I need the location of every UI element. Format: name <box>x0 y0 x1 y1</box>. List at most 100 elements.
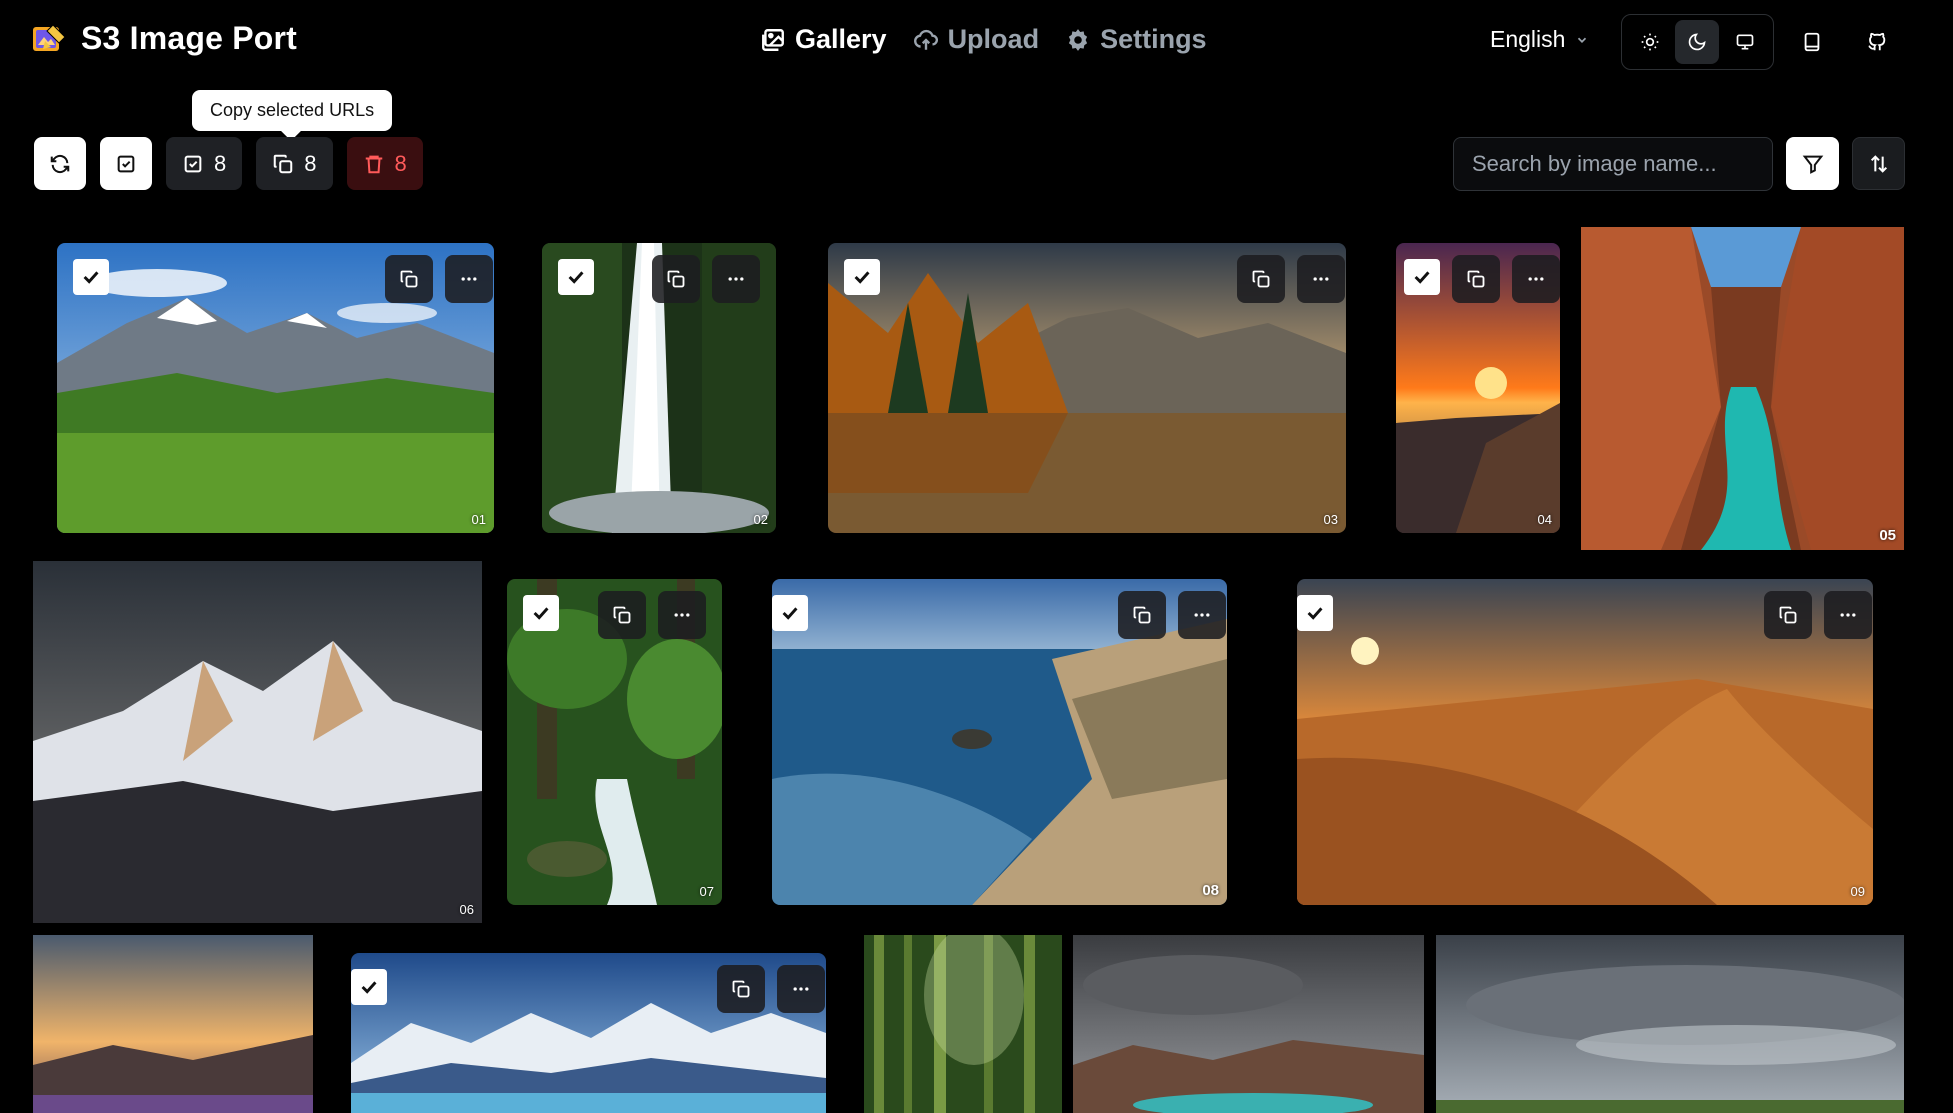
filter-icon <box>1802 155 1823 174</box>
nav-gallery[interactable]: Gallery <box>760 24 887 55</box>
check-icon <box>533 607 549 620</box>
copy-url-button[interactable] <box>1452 255 1500 303</box>
image-card[interactable]: 02 <box>542 243 776 533</box>
more-options-button[interactable] <box>445 255 493 303</box>
image-number: 03 <box>1323 512 1338 527</box>
image-card[interactable]: 07 <box>507 579 722 905</box>
nav-gallery-label: Gallery <box>795 24 887 54</box>
more-dots-icon <box>674 613 690 617</box>
more-options-button[interactable] <box>1178 591 1226 639</box>
image-card[interactable]: 09 <box>1297 579 1873 905</box>
github-button[interactable] <box>1859 24 1895 60</box>
more-options-button[interactable] <box>777 965 825 1013</box>
more-dots-icon <box>793 987 809 991</box>
sort-arrows-icon <box>1870 154 1887 173</box>
more-dots-icon <box>728 277 744 281</box>
more-options-button[interactable] <box>1297 255 1345 303</box>
select-checkbox[interactable] <box>1404 259 1440 295</box>
check-icon <box>83 271 99 284</box>
check-square-icon <box>184 155 202 172</box>
image-card[interactable]: 06 <box>33 561 482 923</box>
image-card[interactable] <box>33 935 313 1113</box>
copy-urls-button[interactable]: 8 <box>256 137 333 190</box>
filter-button[interactable] <box>1786 137 1839 190</box>
nav-settings[interactable]: Settings <box>1065 24 1207 55</box>
select-checkbox[interactable] <box>1297 595 1333 631</box>
more-dots-icon <box>1313 277 1329 281</box>
more-options-button[interactable] <box>658 591 706 639</box>
copy-urls-tooltip: Copy selected URLs <box>192 90 393 131</box>
gallery-toolbar: 8 8 8 <box>34 137 423 190</box>
brand[interactable]: S3 Image Port <box>31 20 297 57</box>
selected-count: 8 <box>214 150 227 176</box>
image-card[interactable]: 05 <box>1581 227 1904 550</box>
copy-url-button[interactable] <box>598 591 646 639</box>
main-nav: Gallery Upload Settings <box>760 24 1207 55</box>
image-number: 04 <box>1537 512 1552 527</box>
copy-url-button[interactable] <box>1237 255 1285 303</box>
more-options-button[interactable] <box>712 255 760 303</box>
tooltip-text: Copy selected URLs <box>210 100 375 120</box>
image-card[interactable]: 04 <box>1396 243 1560 533</box>
copy-icon <box>667 270 685 288</box>
monitor-icon <box>1736 34 1754 50</box>
gear-icon <box>1068 28 1088 51</box>
copy-icon <box>400 270 418 288</box>
image-card[interactable]: 08 <box>772 579 1227 905</box>
select-mode-button[interactable] <box>100 137 152 190</box>
copy-url-button[interactable] <box>385 255 433 303</box>
delete-count: 8 <box>394 150 407 176</box>
checkbox-icon <box>117 155 135 172</box>
nav-upload-label: Upload <box>947 24 1040 54</box>
copy-icon <box>1467 270 1485 288</box>
image-number: 07 <box>699 884 714 899</box>
theme-dark-button[interactable] <box>1675 20 1720 64</box>
more-dots-icon <box>1194 613 1210 617</box>
image-card[interactable] <box>864 935 1062 1113</box>
image-thumbnail <box>864 935 1062 1113</box>
select-all-button[interactable]: 8 <box>166 137 243 190</box>
check-icon <box>1414 271 1430 284</box>
select-checkbox[interactable] <box>844 259 880 295</box>
copy-count: 8 <box>304 150 317 176</box>
copy-url-button[interactable] <box>652 255 700 303</box>
image-card[interactable]: 01 <box>57 243 494 533</box>
copy-icon <box>273 154 293 173</box>
book-icon <box>1804 32 1820 52</box>
search-input[interactable] <box>1453 137 1773 191</box>
image-thumbnail <box>33 561 482 923</box>
copy-url-button[interactable] <box>717 965 765 1013</box>
check-icon <box>1307 607 1323 620</box>
docs-button[interactable] <box>1794 24 1830 60</box>
sort-button[interactable] <box>1852 137 1905 190</box>
image-card[interactable] <box>351 953 826 1113</box>
image-card[interactable] <box>1073 935 1424 1113</box>
language-select[interactable]: English <box>1490 26 1589 53</box>
image-thumbnail <box>1436 935 1904 1113</box>
more-dots-icon <box>461 277 477 281</box>
refresh-button[interactable] <box>34 137 86 190</box>
image-thumbnail <box>1581 227 1904 550</box>
more-options-button[interactable] <box>1512 255 1560 303</box>
language-label: English <box>1490 26 1566 52</box>
copy-url-button[interactable] <box>1118 591 1166 639</box>
select-checkbox[interactable] <box>351 969 387 1005</box>
image-number: 09 <box>1850 884 1865 899</box>
logo-icon <box>33 23 66 51</box>
check-icon <box>782 607 798 620</box>
image-thumbnail <box>33 935 313 1113</box>
delete-selected-button[interactable]: 8 <box>346 137 423 190</box>
select-checkbox[interactable] <box>558 259 594 295</box>
nav-upload[interactable]: Upload <box>913 24 1040 55</box>
select-checkbox[interactable] <box>772 595 808 631</box>
image-card[interactable]: 03 <box>828 243 1346 533</box>
chevron-down-icon <box>1578 37 1587 43</box>
theme-system-button[interactable] <box>1723 20 1767 64</box>
image-card[interactable] <box>1436 935 1904 1113</box>
more-options-button[interactable] <box>1824 591 1872 639</box>
gallery-icon <box>762 28 784 51</box>
theme-light-button[interactable] <box>1628 20 1672 64</box>
copy-url-button[interactable] <box>1764 591 1812 639</box>
select-checkbox[interactable] <box>523 595 559 631</box>
select-checkbox[interactable] <box>73 259 109 295</box>
